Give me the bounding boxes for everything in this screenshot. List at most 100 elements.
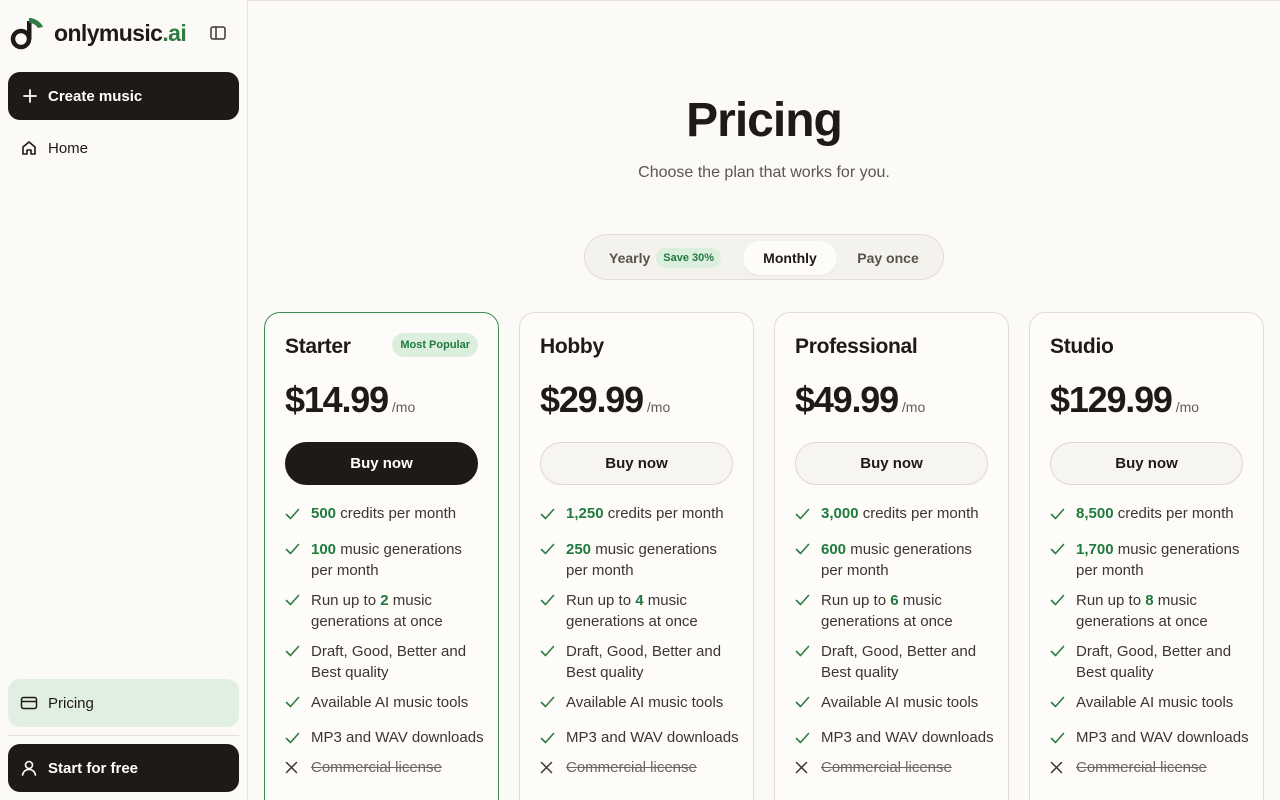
feature-downloads: MP3 and WAV downloads xyxy=(540,727,740,749)
x-icon xyxy=(1050,757,1066,778)
brand-name: onlymusic.ai xyxy=(54,19,187,46)
sidebar-item-pricing[interactable]: Pricing xyxy=(8,679,239,727)
billing-period-toggle: Yearly Save 30% Monthly Pay once xyxy=(584,234,944,280)
plan-period: /mo xyxy=(391,399,416,415)
buy-now-button[interactable]: Buy now xyxy=(285,442,478,485)
feature-generations: 250 music generations per month xyxy=(540,539,740,582)
sidebar-item-label: Home xyxy=(48,139,89,157)
x-icon xyxy=(795,757,811,778)
start-for-free-button[interactable]: Start for free xyxy=(8,744,239,792)
billing-option-pay-once[interactable]: Pay once xyxy=(843,241,933,275)
plan-card-hobby: Hobby $29.99 /mo Buy now 1,250 credits p… xyxy=(519,312,754,800)
plan-period: /mo xyxy=(901,399,926,415)
feature-concurrency: Run up to 4 music generations at once xyxy=(540,590,740,633)
feature-credits: 8,500 credits per month xyxy=(1050,503,1250,525)
plan-price-row: $129.99 /mo xyxy=(1050,379,1199,421)
plan-period: /mo xyxy=(1175,399,1200,415)
check-icon xyxy=(540,539,556,560)
check-icon xyxy=(1050,590,1066,611)
billing-option-monthly[interactable]: Monthly xyxy=(743,241,837,275)
music-note-logo-icon xyxy=(10,18,43,50)
feature-license: Commercial license xyxy=(795,757,995,779)
plan-card-starter: Starter Most Popular $14.99 /mo Buy now … xyxy=(264,312,499,800)
plan-features: 1,250 credits per month 250 music genera… xyxy=(540,503,740,778)
plan-price-row: $14.99 /mo xyxy=(285,379,415,421)
brand-logo[interactable]: onlymusic.ai xyxy=(10,14,237,52)
check-icon xyxy=(285,539,301,560)
buy-now-button[interactable]: Buy now xyxy=(540,442,733,485)
plan-name: Hobby xyxy=(540,335,604,358)
x-icon xyxy=(540,757,556,778)
feature-license: Commercial license xyxy=(1050,757,1250,779)
feature-quality: Draft, Good, Better and Best quality xyxy=(285,641,485,684)
feature-credits: 3,000 credits per month xyxy=(795,503,995,525)
plan-card-studio: Studio $129.99 /mo Buy now 8,500 credits… xyxy=(1029,312,1264,800)
feature-tools: Available AI music tools xyxy=(1050,692,1250,714)
check-icon xyxy=(285,641,301,662)
billing-option-yearly[interactable]: Yearly Save 30% xyxy=(595,241,735,275)
plan-name: Professional xyxy=(795,335,918,358)
feature-credits: 500 credits per month xyxy=(285,503,485,525)
feature-quality: Draft, Good, Better and Best quality xyxy=(795,641,995,684)
sidebar: onlymusic.ai Create music Home Pricing S… xyxy=(0,0,248,800)
check-icon xyxy=(285,503,301,524)
start-for-free-label: Start for free xyxy=(48,759,139,777)
check-icon xyxy=(540,692,556,713)
plus-icon xyxy=(23,89,37,103)
check-icon xyxy=(285,727,301,748)
plan-price: $129.99 xyxy=(1050,379,1173,420)
check-icon xyxy=(795,727,811,748)
check-icon xyxy=(795,503,811,524)
check-icon xyxy=(540,503,556,524)
feature-concurrency: Run up to 2 music generations at once xyxy=(285,590,485,633)
plan-card-professional: Professional $49.99 /mo Buy now 3,000 cr… xyxy=(774,312,1009,800)
plan-price-row: $29.99 /mo xyxy=(540,379,670,421)
feature-credits: 1,250 credits per month xyxy=(540,503,740,525)
plan-name: Studio xyxy=(1050,335,1114,358)
x-icon xyxy=(285,757,301,778)
create-music-label: Create music xyxy=(48,87,143,105)
feature-quality: Draft, Good, Better and Best quality xyxy=(540,641,740,684)
check-icon xyxy=(795,539,811,560)
plan-features: 500 credits per month 100 music generati… xyxy=(285,503,485,778)
check-icon xyxy=(540,727,556,748)
check-icon xyxy=(540,590,556,611)
plan-features: 3,000 credits per month 600 music genera… xyxy=(795,503,995,778)
buy-now-button[interactable]: Buy now xyxy=(1050,442,1243,485)
check-icon xyxy=(1050,503,1066,524)
app-root: onlymusic.ai Create music Home Pricing S… xyxy=(0,0,1280,800)
check-icon xyxy=(795,590,811,611)
check-icon xyxy=(1050,539,1066,560)
feature-tools: Available AI music tools xyxy=(540,692,740,714)
feature-quality: Draft, Good, Better and Best quality xyxy=(1050,641,1250,684)
feature-generations: 600 music generations per month xyxy=(795,539,995,582)
sidebar-toggle-icon xyxy=(210,26,226,40)
create-music-button[interactable]: Create music xyxy=(8,72,239,120)
sidebar-item-label: Pricing xyxy=(48,694,94,712)
feature-license: Commercial license xyxy=(285,757,485,779)
check-icon xyxy=(1050,727,1066,748)
pricing-main: Pricing Choose the plan that works for y… xyxy=(248,0,1280,800)
feature-tools: Available AI music tools xyxy=(285,692,485,714)
credit-card-icon xyxy=(20,696,38,710)
feature-concurrency: Run up to 8 music generations at once xyxy=(1050,590,1250,633)
check-icon xyxy=(540,641,556,662)
feature-concurrency: Run up to 6 music generations at once xyxy=(795,590,995,633)
plan-price: $29.99 xyxy=(540,379,644,420)
feature-downloads: MP3 and WAV downloads xyxy=(1050,727,1250,749)
plan-price: $14.99 xyxy=(285,379,389,420)
check-icon xyxy=(1050,641,1066,662)
buy-now-button[interactable]: Buy now xyxy=(795,442,988,485)
plan-price: $49.99 xyxy=(795,379,899,420)
check-icon xyxy=(285,692,301,713)
check-icon xyxy=(285,590,301,611)
plan-cards: Starter Most Popular $14.99 /mo Buy now … xyxy=(264,312,1264,800)
plan-name: Starter xyxy=(285,335,351,358)
sidebar-divider xyxy=(8,735,239,736)
sidebar-collapse-button[interactable] xyxy=(207,23,229,43)
plan-features: 8,500 credits per month 1,700 music gene… xyxy=(1050,503,1250,778)
check-icon xyxy=(795,692,811,713)
most-popular-badge: Most Popular xyxy=(392,333,478,357)
sidebar-item-home[interactable]: Home xyxy=(8,128,239,168)
save-badge: Save 30% xyxy=(656,248,722,268)
